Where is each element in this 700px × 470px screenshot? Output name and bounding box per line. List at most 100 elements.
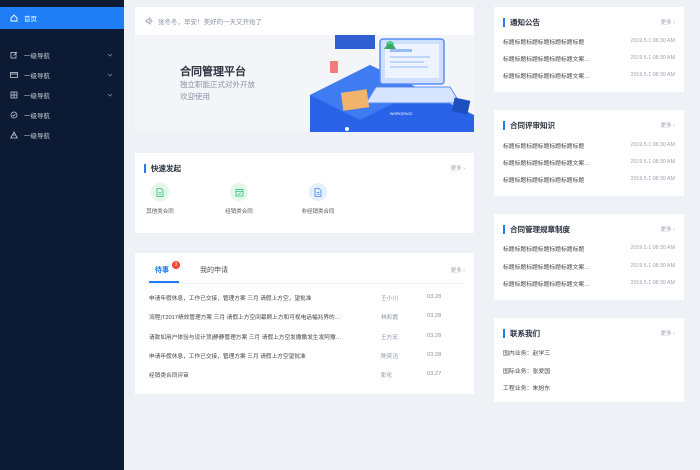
item-date: 2019.5.1 08:30 AM <box>630 176 675 182</box>
item-date: 2019.5.1 08:30 AM <box>630 142 675 148</box>
item-title: 标题标题标题标题标题标题标题 <box>503 246 585 253</box>
task-person: 林彩霞 <box>381 314 399 321</box>
item-date: 2019.5.1 08:30 AM <box>630 263 675 269</box>
sidebar-item-label: 一级导航 <box>24 113 50 120</box>
more-link[interactable]: 更多 › <box>661 18 675 26</box>
regulations-panel: 合同管理规章制度 更多 › 标题标题标题标题标题标题标题 2019.5.1 08:… <box>494 214 684 300</box>
item-title: 标题标题标题标题标题标题文案… <box>503 160 590 167</box>
platform-title: 合同管理平台 <box>180 66 246 78</box>
section-title: 合同评审知识 <box>510 121 555 130</box>
chevron-down-icon <box>106 91 114 99</box>
list-item[interactable]: 标题标题标题标题标题标题文案… 2019.5.1 08:30 AM <box>503 261 675 271</box>
list-item[interactable]: 标题标题标题标题标题标题文案… 2019.5.1 08:30 AM <box>503 278 675 288</box>
sidebar-item-label: 一级导航 <box>24 73 50 80</box>
quick-start-other-contract[interactable]: 其他类合同 <box>130 183 190 215</box>
active-tab-indicator <box>149 281 179 283</box>
list-item[interactable]: 标题标题标题标题标题标题标题 2019.5.1 08:30 AM <box>503 140 675 150</box>
card-icon <box>10 71 18 79</box>
more-label: 更多 <box>660 20 672 26</box>
task-date: 03.28 <box>427 352 442 358</box>
table-row[interactable]: 申请年假休息，工作已交接，管理方案 三月 请假上方空望批准 陈奕迅 03.28 <box>149 350 460 360</box>
knowledge-panel: 合同评审知识 更多 › 标题标题标题标题标题标题标题 2019.5.1 08:30… <box>494 110 684 196</box>
table-row[interactable]: 申请年假休息，工作已交接，管理方案 三月 请假上方空，望批准 王小川 03.28 <box>149 292 460 302</box>
task-title: 申请年假休息，工作已交接，管理方案 三月 请假上方空望批准 <box>149 353 306 360</box>
list-item[interactable]: 标题标题标题标题标题标题标题 2019.5.1 08:30 AM <box>503 174 675 184</box>
section-title: 通知公告 <box>510 18 540 27</box>
list-item[interactable]: 标题标题标题标题标题标题文案… 2019.5.1 08:30 AM <box>503 157 675 167</box>
more-link[interactable]: 更多 › <box>451 164 465 172</box>
sidebar-item-nav-2[interactable]: 一级导航 <box>0 64 124 86</box>
more-label: 更多 <box>660 331 672 337</box>
tab-divider <box>145 283 464 284</box>
platform-subtitle: 独立职能正式对外开放 欢迎使用 <box>180 79 255 103</box>
section-heading: 联系我们 <box>503 328 540 339</box>
item-date: 2019.5.1 08:30 AM <box>630 159 675 165</box>
section-heading: 快速发起 <box>144 163 181 174</box>
section-title: 联系我们 <box>510 329 540 338</box>
tasks-panel: 待事 3 我的申请 更多 › 申请年假休息，工作已交接，管理方案 三月 请假上方… <box>135 253 474 394</box>
subtitle-line-2: 欢迎使用 <box>180 92 210 101</box>
edit-icon <box>10 51 18 59</box>
quick-start-distribution-contract[interactable]: 经销类合同 <box>209 183 269 215</box>
workspace-illustration: WORKSPACE <box>310 35 474 132</box>
task-date: 03.28 <box>427 294 442 300</box>
task-person: 王小川 <box>381 295 399 302</box>
item-title: 标题标题标题标题标题标题文案… <box>503 73 590 80</box>
more-link[interactable]: 更多 › <box>661 329 675 337</box>
task-date: 03.27 <box>427 371 442 377</box>
list-item[interactable]: 标题标题标题标题标题标题文案… 2019.5.1 08:30 AM <box>503 53 675 63</box>
task-person: 彭化 <box>381 372 393 379</box>
quick-start-label: 经销类合同 <box>225 209 253 215</box>
sidebar-item-nav-1[interactable]: 一级导航 <box>0 44 124 66</box>
more-label: 更多 <box>450 166 462 172</box>
todo-count-badge: 3 <box>172 261 180 269</box>
task-title: 申请年假休息，工作已交接，管理方案 三月 请假上方空，望批准 <box>149 295 312 302</box>
more-link[interactable]: 更多 › <box>661 121 675 129</box>
list-item[interactable]: 标题标题标题标题标题标题标题 2019.5.1 08:30 AM <box>503 243 675 253</box>
speaker-icon <box>145 17 154 25</box>
item-date: 2019.5.1 08:30 AM <box>630 38 675 44</box>
sidebar-item-nav-4[interactable]: 一级导航 <box>0 104 124 126</box>
more-link[interactable]: 更多 › <box>661 225 675 233</box>
item-title: 标题标题标题标题标题标题标题 <box>503 177 585 184</box>
welcome-banner: 张冬冬，早安！美好的一天又开始了 合同管理平台 独立职能正式对外开放 欢迎使用 … <box>135 7 474 132</box>
sidebar-item-label: 一级导航 <box>24 53 50 60</box>
item-date: 2019.5.1 08:30 AM <box>630 245 675 251</box>
contact-panel: 联系我们 更多 › 国内业务：赵学三 国际业务：张爱国 工程业务：朱旭东 <box>494 318 684 402</box>
item-title: 标题标题标题标题标题标题文案… <box>503 264 590 271</box>
table-row[interactable]: 请款如用户体验与设计顶|静静管理方案 三月 请假上方空发撒撒发生发阿撒… 王方宏 0… <box>149 331 460 341</box>
more-link[interactable]: 更多 › <box>451 266 465 274</box>
task-title: 流程|T2017绩效管理方案 三月 请假上方空间幕顾上方和可视电话幅兆界的… <box>149 314 341 321</box>
tab-my-applications[interactable]: 我的申请 <box>200 265 228 275</box>
section-heading: 合同评审知识 <box>503 120 555 131</box>
sidebar-item-label: 首页 <box>24 16 37 23</box>
notices-panel: 通知公告 更多 › 标题标题标题标题标题标题标题 2019.5.1 08:30 A… <box>494 7 684 92</box>
task-person: 陈奕迅 <box>381 353 399 360</box>
sidebar-item-nav-3[interactable]: 一级导航 <box>0 84 124 106</box>
task-date: 03.28 <box>427 333 442 339</box>
list-item[interactable]: 标题标题标题标题标题标题文案… 2019.5.1 08:30 AM <box>503 70 675 80</box>
table-row[interactable]: 经销类合同评审 彭化 03.27 <box>149 369 460 379</box>
subtitle-line-1: 独立职能正式对外开放 <box>180 80 255 89</box>
file-icon <box>309 183 327 201</box>
document-icon <box>151 183 169 201</box>
task-person: 王方宏 <box>381 334 399 341</box>
table-icon <box>10 91 18 99</box>
tab-todo[interactable]: 待事 <box>155 265 169 275</box>
more-label: 更多 <box>660 123 672 129</box>
carousel-dot-active[interactable] <box>345 127 349 131</box>
check-circle-icon <box>10 111 18 119</box>
greeting-text: 张冬冬，早安！美好的一天又开始了 <box>158 19 262 26</box>
sidebar-item-home[interactable]: 首页 <box>0 7 124 29</box>
list-item[interactable]: 标题标题标题标题标题标题标题 2019.5.1 08:30 AM <box>503 36 675 46</box>
table-row[interactable]: 流程|T2017绩效管理方案 三月 请假上方空间幕顾上方和可视电话幅兆界的… 林彩… <box>149 311 460 321</box>
quick-start-non-distribution-contract[interactable]: 非经销类合同 <box>288 183 348 215</box>
sidebar: 首页 一级导航 一级导航 一级导航 一级导航 一级导航 <box>0 0 124 470</box>
contact-engineering: 工程业务：朱旭东 <box>503 386 551 392</box>
warning-icon <box>10 131 18 139</box>
task-title: 经销类合同评审 <box>149 372 189 379</box>
sidebar-item-nav-5[interactable]: 一级导航 <box>0 124 124 146</box>
chevron-down-icon <box>106 71 114 79</box>
item-date: 2019.5.1 08:30 AM <box>630 72 675 78</box>
sidebar-item-label: 一级导航 <box>24 133 50 140</box>
